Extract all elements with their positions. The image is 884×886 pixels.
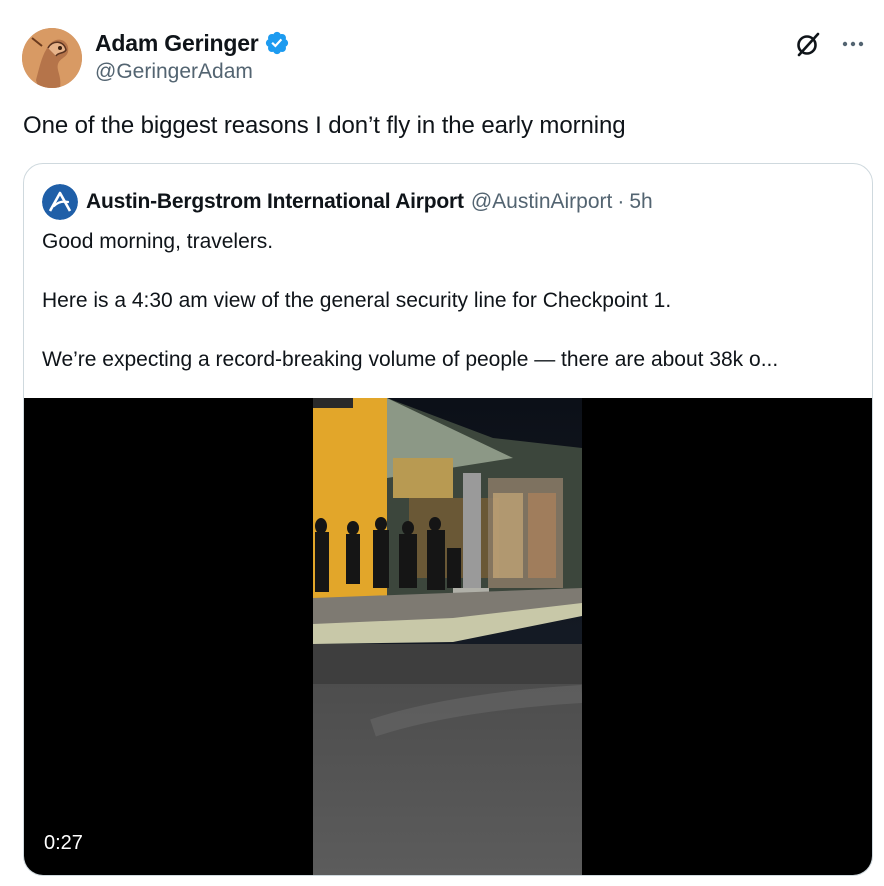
verified-badge-icon [265, 31, 288, 55]
tweet-actions [794, 30, 866, 58]
grok-icon[interactable] [794, 30, 822, 58]
quoted-line: Good morning, travelers. [42, 230, 274, 253]
quoted-author-name[interactable]: Austin-Bergstrom International Airport [86, 190, 464, 214]
more-icon[interactable] [840, 31, 866, 57]
author-handle[interactable]: @GeringerAdam [95, 60, 290, 84]
quoted-line: Here is a 4:30 am view of the general se… [42, 289, 672, 312]
video-duration: 0:27 [44, 832, 83, 854]
quoted-timestamp[interactable]: 5h [629, 190, 652, 214]
airport-logo-icon[interactable] [42, 184, 78, 220]
quoted-text: Good morning, travelers. Here is a 4:30 … [42, 228, 862, 405]
quoted-tweet[interactable]: Austin-Bergstrom International Airport @… [23, 163, 873, 876]
tweet-text: One of the biggest reasons I don’t fly i… [23, 112, 626, 139]
tweet-card[interactable]: Adam Geringer @GeringerAdam One of the b… [0, 0, 884, 886]
video-player[interactable]: 0:27 [24, 398, 872, 875]
author-avatar[interactable] [22, 28, 82, 88]
author-block: Adam Geringer @GeringerAdam [95, 28, 290, 84]
video-frame[interactable] [313, 398, 582, 875]
quoted-header: Austin-Bergstrom International Airport @… [42, 184, 653, 220]
quoted-line: We’re expecting a record-breaking volume… [42, 348, 779, 371]
author-name[interactable]: Adam Geringer [95, 30, 259, 57]
quoted-author-handle[interactable]: @AustinAirport [471, 190, 613, 214]
separator-dot: · [617, 190, 625, 213]
